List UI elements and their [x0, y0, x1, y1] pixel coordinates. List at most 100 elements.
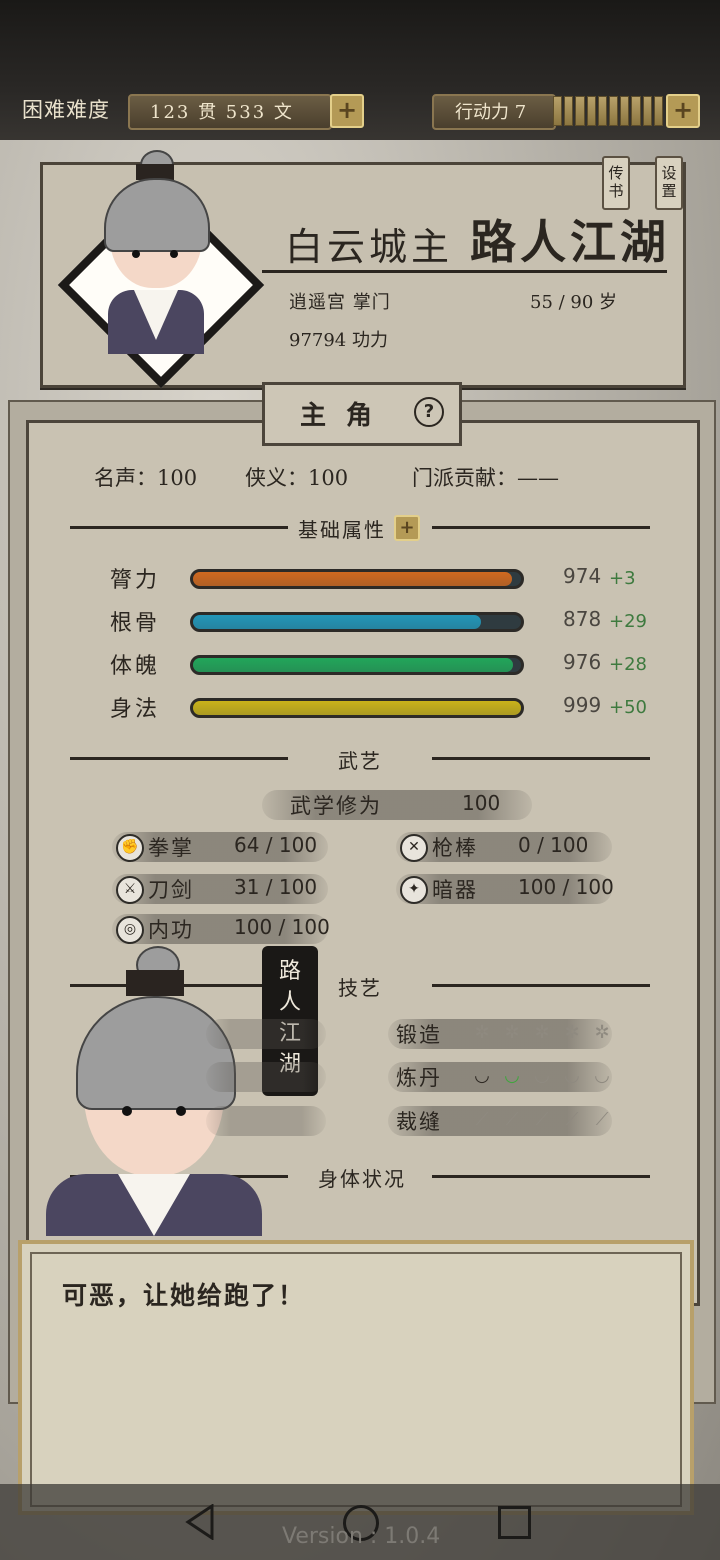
hero-portrait[interactable]: [100, 150, 210, 360]
attribute-value: 999: [563, 693, 602, 717]
crafts-title: 技艺: [338, 976, 382, 1000]
attribute-name: 根骨: [110, 611, 161, 636]
hero-title: 白云城主: [285, 225, 454, 269]
body-title: 身体状况: [318, 1167, 406, 1191]
action-segment: [553, 96, 563, 126]
martial-skill-value: 100 / 100: [518, 875, 614, 899]
recents-icon[interactable]: [498, 1506, 531, 1539]
faded-craft-row: [206, 1062, 326, 1092]
hero-age: 55 / 90 岁: [530, 292, 618, 313]
needle-icon: ⟋: [565, 1109, 579, 1130]
contribution-stat: 门派贡献：——: [412, 466, 559, 490]
attribute-value: 976: [563, 650, 602, 674]
speaker-hair: [76, 996, 236, 1110]
martial-title: 武艺: [338, 749, 382, 773]
bowl-icon: ◡: [534, 1065, 550, 1086]
speaker-name-char: 人: [278, 990, 301, 1015]
bowl-icon: ◡: [504, 1065, 520, 1086]
action-segment: [609, 96, 619, 126]
back-icon-glyph: [185, 1504, 214, 1540]
eye-icon: [132, 250, 140, 258]
attribute-bar-fill: [193, 615, 481, 629]
section-rule: [70, 526, 288, 529]
attribute-bonus: +3: [609, 568, 636, 589]
martial-skill-label: 枪棒: [432, 836, 478, 860]
inner-power-icon: ◎: [116, 916, 144, 944]
section-rule: [432, 984, 650, 987]
version-label: Version : 1.0.4: [282, 1524, 441, 1549]
attribute-name: 身法: [110, 697, 161, 722]
settings-tag-button[interactable]: 设置: [655, 156, 683, 210]
back-icon[interactable]: [185, 1504, 218, 1540]
craft-label: 炼丹: [396, 1066, 442, 1090]
cultivation-value: 100: [462, 791, 501, 815]
hero-power: 97794 功力: [289, 330, 388, 351]
martial-skill-label: 暗器: [432, 878, 478, 902]
needle-icon: ⟋: [505, 1109, 519, 1130]
martial-skill-value: 100 / 100: [234, 915, 330, 939]
needle-icon: ⟋: [535, 1109, 549, 1130]
action-points-value: 行动力 7: [455, 102, 527, 123]
dialog-text: 可恶，让她给跑了！: [62, 1281, 306, 1310]
action-segment: [564, 96, 574, 126]
action-segment: [575, 96, 585, 126]
difficulty-label: 困难难度: [22, 98, 110, 122]
hero-faction: 逍遥宫 掌门: [289, 292, 391, 313]
craft-level-icons: ◡ ◡ ◡ ◡ ◡: [470, 1066, 614, 1086]
martial-skill-value: 64 / 100: [234, 833, 318, 857]
hair-crown-icon: [126, 970, 184, 996]
attribute-name: 体魄: [110, 654, 161, 679]
faded-craft-row: [206, 1019, 326, 1049]
action-segment: [631, 96, 641, 126]
fame-stat: 名声：100: [94, 466, 198, 490]
attribute-name: 膂力: [110, 568, 161, 593]
attribute-bar-fill: [193, 572, 513, 586]
needle-icon: ⟋: [475, 1109, 489, 1130]
attributes-title: 基础属性: [298, 518, 386, 542]
gear-icon: ✲: [474, 1022, 490, 1043]
add-money-button[interactable]: +: [330, 94, 364, 128]
faded-craft-row: [206, 1106, 326, 1136]
add-attribute-button[interactable]: +: [394, 515, 420, 541]
sword-icon: ⚔: [116, 876, 144, 904]
action-segment: [620, 96, 630, 126]
attribute-bar-track: [190, 655, 524, 675]
action-segment: [586, 96, 596, 126]
tab-label: 主角: [300, 401, 393, 431]
action-points-bar: [553, 96, 664, 126]
help-icon[interactable]: ?: [414, 397, 444, 427]
section-rule: [70, 757, 288, 760]
add-action-button[interactable]: +: [666, 94, 700, 128]
attribute-bar-track: [190, 612, 524, 632]
craft-label: 裁缝: [396, 1110, 442, 1134]
martial-skill-label: 内功: [148, 918, 194, 942]
hero-name: 路人江湖: [470, 215, 670, 269]
gear-icon: ✲: [594, 1022, 610, 1043]
eye-icon: [170, 250, 178, 258]
eye-icon: [122, 1106, 132, 1116]
fist-icon: ✊: [116, 834, 144, 862]
money-value: 123 贯 533 文: [150, 102, 294, 123]
attribute-bar-fill: [193, 701, 521, 715]
attribute-value: 974: [563, 564, 602, 588]
attribute-bar-fill: [193, 658, 514, 672]
eye-icon: [176, 1106, 186, 1116]
attribute-bonus: +28: [609, 654, 647, 675]
martial-skill-value: 31 / 100: [234, 875, 318, 899]
hero-divider: [262, 270, 667, 273]
action-segment: [642, 96, 652, 126]
section-rule: [432, 757, 650, 760]
martial-skill-label: 拳掌: [148, 836, 194, 860]
letter-tag-button[interactable]: 传书: [602, 156, 630, 210]
hero-hair: [104, 178, 210, 252]
attribute-bonus: +50: [609, 697, 647, 718]
attribute-bar-track: [190, 569, 524, 589]
spear-icon: ✕: [400, 834, 428, 862]
gear-icon: ✲: [504, 1022, 520, 1043]
gear-icon: ✲: [564, 1022, 580, 1043]
bowl-icon: ◡: [474, 1065, 490, 1086]
martial-skill-label: 刀剑: [148, 878, 194, 902]
chivalry-stat: 侠义：100: [245, 466, 349, 490]
bowl-icon: ◡: [564, 1065, 580, 1086]
action-segment: [597, 96, 608, 126]
